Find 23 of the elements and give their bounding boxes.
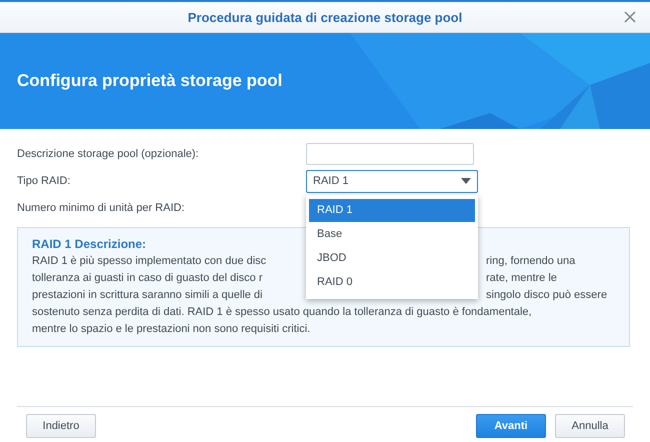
input-field[interactable] (306, 143, 474, 165)
description-text: mentre lo spazio e le prestazioni non sono requisiti critici. (32, 322, 310, 337)
description-text: tolleranza ai guasti in caso di guasto del disco r (32, 271, 264, 286)
close-icon[interactable] (624, 11, 636, 23)
window-title: Procedura guidata di creazione storage pool (188, 10, 462, 24)
description-text: singolo disco può essere (486, 288, 608, 303)
field-label: Tipo RAID: (17, 175, 72, 187)
description-text: sostenuto senza perdita di dati. RAID 1 è spesso usato quando la tolleranza di guasto è fondamentale, (32, 305, 532, 320)
field-label: Numero minimo di unità per RAID: (17, 202, 186, 214)
cancel-button[interactable]: Annulla (555, 414, 625, 438)
dropdown-option[interactable]: RAID 0 (309, 270, 475, 294)
dropdown-option[interactable]: Base (309, 222, 475, 246)
page-title: Configura proprietà storage pool (17, 71, 282, 91)
caret-icon (461, 178, 471, 184)
dropdown-option[interactable]: RAID 1 (309, 198, 475, 222)
field-label: Descrizione storage pool (opzionale): (17, 148, 200, 160)
dropdown-option[interactable]: JBOD (309, 246, 475, 270)
description-text: RAID 1 è più spesso implementato con due disc (32, 254, 268, 269)
description-text: ring, fornendo una (486, 254, 576, 269)
description-title: RAID 1 Descrizione: (32, 237, 148, 251)
description-text: rate, mentre le (486, 271, 557, 286)
back-button[interactable]: Indietro (26, 414, 96, 438)
description-text: prestazioni in scrittura saranno simili a quelle di (32, 288, 264, 303)
